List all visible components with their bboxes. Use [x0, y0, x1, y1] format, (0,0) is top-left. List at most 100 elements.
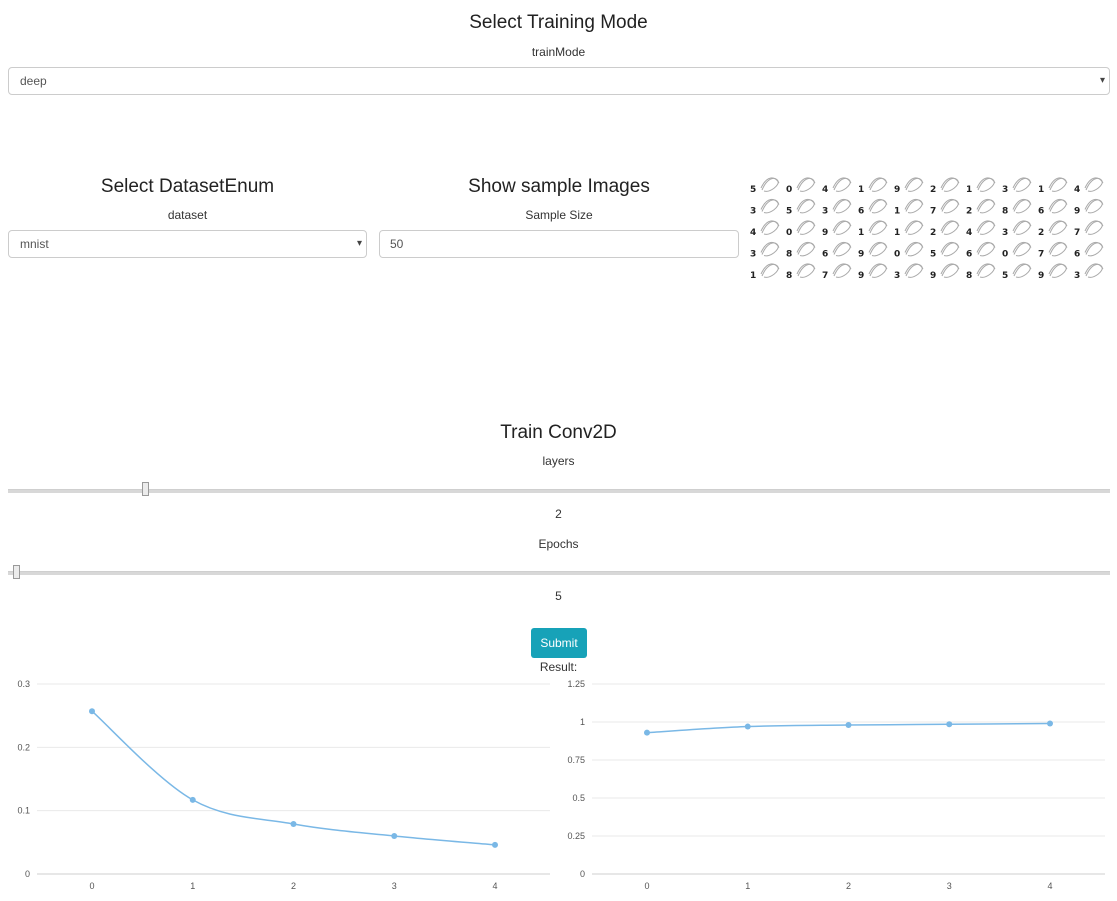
- data-point[interactable]: [946, 721, 953, 728]
- sample-digit-image: [797, 263, 815, 278]
- layers-value: 2: [555, 507, 562, 521]
- sample-digit-label: 4: [966, 228, 972, 238]
- sample-digit-label: 8: [1002, 207, 1008, 217]
- sample-digit-label: 3: [750, 207, 756, 217]
- sample-digit-image: [869, 199, 887, 214]
- dataset-select[interactable]: mnist ▾: [8, 230, 367, 258]
- sample-digit-image: [1085, 199, 1103, 214]
- sample-digit-label: 3: [750, 250, 756, 260]
- submit-button[interactable]: Submit: [531, 628, 587, 658]
- y-tick-label: 0.25: [567, 831, 585, 841]
- sample-digit-image: [1013, 220, 1031, 235]
- epochs-label: Epochs: [538, 537, 579, 551]
- sample-digit-image: [833, 199, 851, 214]
- dataset-label: dataset: [167, 208, 208, 222]
- train-mode-value: deep: [20, 74, 47, 88]
- sample-digit-image: [1013, 242, 1031, 257]
- sample-digit-image: [1085, 177, 1103, 192]
- sample-digit-image: [869, 220, 887, 235]
- sample-digit-image: [833, 263, 851, 278]
- layers-label: layers: [542, 454, 575, 468]
- data-point[interactable]: [1047, 720, 1053, 727]
- sample-digit-image: [905, 242, 923, 257]
- sample-digit-image: [833, 177, 851, 192]
- sample-digit-image: [941, 263, 959, 278]
- train-mode-label: trainMode: [531, 45, 586, 59]
- data-point[interactable]: [845, 722, 852, 729]
- layers-slider-handle[interactable]: [142, 482, 150, 496]
- sample-digit-image: [797, 199, 815, 214]
- sample-digit-image: [869, 242, 887, 257]
- sample-digit-image: [1085, 263, 1103, 278]
- sample-digit-image: [905, 263, 923, 278]
- y-tick-label: 0.5: [572, 793, 585, 803]
- sample-digit-label: 3: [1002, 185, 1008, 195]
- y-tick-label: 0.3: [17, 679, 30, 689]
- sample-digit-image: [761, 199, 779, 214]
- data-point[interactable]: [644, 729, 650, 736]
- sample-digit-label: 6: [822, 250, 828, 260]
- train-mode-select[interactable]: deep ▾: [8, 67, 1110, 95]
- sample-digit-image: [869, 263, 887, 278]
- sample-digit-image: [833, 220, 851, 235]
- sample-digit-label: 0: [894, 250, 900, 260]
- sample-digit-label: 1: [1038, 185, 1044, 195]
- sample-digit-image: [977, 199, 995, 214]
- sample-digit-image: [1013, 263, 1031, 278]
- sample-digit-label: 9: [858, 271, 864, 281]
- layers-slider[interactable]: [8, 489, 1110, 493]
- sample-digit-label: 5: [930, 250, 936, 260]
- x-tick-label: 3: [392, 881, 397, 891]
- sample-digit-label: 2: [930, 185, 936, 195]
- y-tick-label: 1: [580, 717, 585, 727]
- chevron-down-icon: ▾: [1099, 75, 1105, 86]
- sample-digit-label: 1: [858, 185, 864, 195]
- sample-digit-image: [977, 263, 995, 278]
- y-tick-label: 0.2: [17, 742, 30, 752]
- sample-digit-label: 7: [1038, 250, 1044, 260]
- dataset-title: Select DatasetEnum: [100, 176, 275, 197]
- sample-digit-image: [797, 177, 815, 192]
- y-tick-label: 0.1: [17, 806, 30, 816]
- epochs-slider-handle[interactable]: [13, 565, 20, 579]
- sample-digit-label: 8: [786, 271, 792, 281]
- dataset-value: mnist: [20, 237, 49, 251]
- x-tick-label: 1: [190, 881, 195, 891]
- y-tick-label: 0: [25, 869, 30, 879]
- y-tick-label: 1.25: [567, 679, 585, 689]
- sample-digit-label: 1: [966, 185, 972, 195]
- data-point[interactable]: [391, 833, 398, 839]
- sample-digit-label: 1: [858, 228, 864, 238]
- data-point[interactable]: [89, 708, 95, 715]
- sample-digit-image: [1085, 242, 1103, 257]
- chevron-down-icon: ▾: [356, 238, 362, 249]
- sample-digit-image: [941, 242, 959, 257]
- sample-digit-label: 1: [894, 207, 900, 217]
- data-point[interactable]: [492, 841, 498, 848]
- sample-digit-label: 3: [1002, 228, 1008, 238]
- sample-digit-label: 7: [1074, 228, 1080, 238]
- x-tick-label: 1: [745, 881, 750, 891]
- epochs-value: 5: [555, 589, 562, 603]
- data-point[interactable]: [189, 796, 196, 803]
- sample-digit-label: 6: [1074, 250, 1080, 260]
- sample-size-input[interactable]: 50: [379, 230, 739, 258]
- x-tick-label: 2: [846, 881, 851, 891]
- sample-digit-label: 5: [750, 185, 756, 195]
- training-mode-title: Select Training Mode: [469, 12, 648, 33]
- sample-digit-image: [833, 242, 851, 257]
- data-point[interactable]: [744, 723, 751, 730]
- sample-digit-image: [941, 177, 959, 192]
- sample-digit-image: [1085, 220, 1103, 235]
- sample-digit-label: 6: [1038, 207, 1044, 217]
- sample-digit-image: [1049, 263, 1067, 278]
- sample-digit-label: 3: [1074, 271, 1080, 281]
- data-point[interactable]: [290, 820, 297, 827]
- epochs-slider[interactable]: [8, 571, 1110, 575]
- sample-digit-image: [905, 199, 923, 214]
- sample-size-label: Sample Size: [525, 208, 593, 222]
- sample-digit-image: [761, 242, 779, 257]
- sample-digit-image: [977, 242, 995, 257]
- sample-digit-label: 5: [1002, 271, 1008, 281]
- sample-digit-label: 7: [822, 271, 828, 281]
